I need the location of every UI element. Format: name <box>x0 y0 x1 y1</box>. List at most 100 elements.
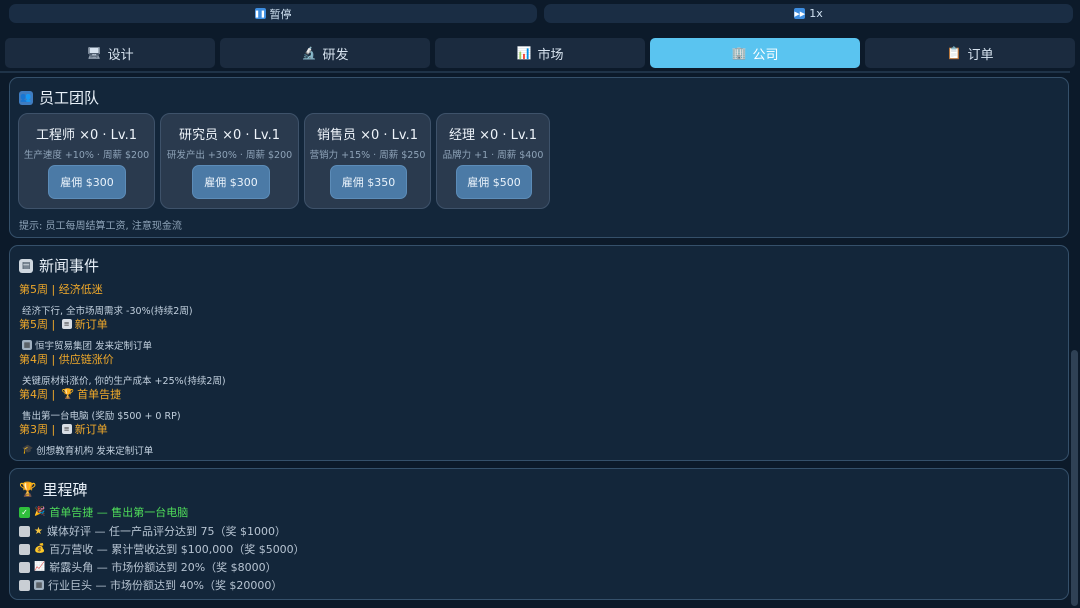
news-body-text: 恒宇贸易集团 发来定制订单 <box>35 341 153 352</box>
news-headline-text: 第4周 | 供应链涨价 <box>19 353 114 366</box>
news-body: 售出第一台电脑 (奖励 $500 + 0 RP) <box>22 408 181 422</box>
scrollbar[interactable] <box>1071 350 1078 606</box>
tab-orders[interactable]: 📋 订单 <box>865 38 1075 68</box>
news-title-text: 新闻事件 <box>39 257 100 275</box>
tab-label: 设计 <box>107 47 134 63</box>
pause-icon: ❚❚ <box>254 8 266 19</box>
employee-name: 工程师 ×0 · Lv.1 <box>35 128 138 143</box>
milestones-title: 🏆 里程碑 <box>19 479 87 500</box>
milestone-item: ★ 媒体好评 — 任一产品评分达到 75（奖 $1000） <box>19 523 286 539</box>
employee-name: 销售员 ×0 · Lv.1 <box>316 128 419 143</box>
team-panel: 👥 员工团队 工程师 ×0 · Lv.1 生产速度 +10% · 周薪 $200… <box>9 77 1069 238</box>
news-headline: 第3周 | ≡ 新订单 <box>19 421 153 437</box>
clipboard-icon: 📋 <box>946 46 962 60</box>
microscope-icon: 🔬 <box>301 46 317 60</box>
employee-desc: 品牌力 +1 · 周薪 $400 <box>442 150 544 161</box>
tab-market[interactable]: 📊 市场 <box>435 38 645 68</box>
people-icon: 👥 <box>19 90 33 105</box>
milestone-text: 媒体好评 — 任一产品评分达到 75（奖 $1000） <box>46 525 286 538</box>
monitor-icon: 🖥 <box>86 46 102 60</box>
speed-button[interactable]: ▶▶ 1x <box>544 4 1073 23</box>
employee-card-engineer: 工程师 ×0 · Lv.1 生产速度 +10% · 周薪 $200 雇佣 $30… <box>18 113 155 209</box>
tab-label: 订单 <box>967 47 994 63</box>
money-bag-icon: 💰 <box>34 544 46 554</box>
milestone-text: 百万营收 — 累计营收达到 $100,000（奖 $5000） <box>49 543 305 556</box>
news-headline: 第4周 | 供应链涨价 <box>19 351 226 367</box>
news-item: 第5周 | ≡ 新订单 ▦ 恒宇贸易集团 发来定制订单 <box>19 316 152 352</box>
hire-engineer-button[interactable]: 雇佣 $300 <box>48 165 126 199</box>
trophy-icon: 🏆 <box>19 481 37 498</box>
news-headline: 第5周 | 经济低迷 <box>19 281 193 297</box>
milestones-panel: 🏆 里程碑 ✓ 🎉 首单告捷 — 售出第一台电脑 ★ 媒体好评 — 任一产品评分… <box>9 468 1069 600</box>
news-body: ▦ 恒宇贸易集团 发来定制订单 <box>22 338 152 352</box>
tab-company[interactable]: 🏢 公司 <box>650 38 860 68</box>
graduation-cap-icon: 🎓 <box>22 445 34 455</box>
unchecked-box-icon <box>19 525 30 537</box>
news-headline-prefix: 第4周 | <box>19 388 59 401</box>
news-headline-text: 第5周 | 经济低迷 <box>19 283 103 296</box>
employee-desc: 研发产出 +30% · 周薪 $200 <box>166 150 293 161</box>
employee-name: 经理 ×0 · Lv.1 <box>448 128 538 143</box>
unchecked-box-icon <box>19 543 30 555</box>
team-title-text: 员工团队 <box>39 89 100 107</box>
tab-label: 研发 <box>322 47 349 63</box>
milestone-text: 首单告捷 — 售出第一台电脑 <box>49 506 189 519</box>
unchecked-box-icon <box>19 579 30 591</box>
office-icon: ▦ <box>22 340 32 350</box>
news-body-text: 售出第一台电脑 (奖励 $500 + 0 RP) <box>22 411 181 422</box>
news-body: 🎓 创想教育机构 发来定制订单 <box>22 443 153 457</box>
milestone-text: 崭露头角 — 市场份额达到 20%（奖 $8000） <box>49 561 277 574</box>
team-tip: 提示: 员工每周结算工资, 注意现金流 <box>19 221 182 232</box>
milestone-item: ▦ 行业巨头 — 市场份额达到 40%（奖 $20000） <box>19 577 282 593</box>
speed-label: 1x <box>809 7 823 20</box>
employee-name: 研究员 ×0 · Lv.1 <box>178 128 281 143</box>
trending-up-icon: 📈 <box>34 562 46 572</box>
employee-card-researcher: 研究员 ×0 · Lv.1 研发产出 +30% · 周薪 $200 雇佣 $30… <box>160 113 299 209</box>
checked-box-icon: ✓ <box>19 506 30 518</box>
news-body-text: 创想教育机构 发来定制订单 <box>36 446 154 457</box>
fast-forward-icon: ▶▶ <box>794 8 806 19</box>
employee-desc: 生产速度 +10% · 周薪 $200 <box>23 150 150 161</box>
unchecked-box-icon <box>19 561 30 573</box>
party-popper-icon: 🎉 <box>34 507 46 517</box>
hire-manager-button[interactable]: 雇佣 $500 <box>456 165 532 199</box>
news-headline-prefix: 第5周 | <box>19 318 59 331</box>
news-headline: 第5周 | ≡ 新订单 <box>19 316 152 332</box>
tab-research[interactable]: 🔬 研发 <box>220 38 430 68</box>
news-body-text: 经济下行, 全市场周需求 -30%(持续2周) <box>22 306 193 317</box>
news-headline-prefix: 第3周 | <box>19 423 59 436</box>
milestone-item: 💰 百万营收 — 累计营收达到 $100,000（奖 $5000） <box>19 541 305 557</box>
pause-label: 暂停 <box>269 7 292 21</box>
milestone-item: ✓ 🎉 首单告捷 — 售出第一台电脑 <box>19 504 188 520</box>
news-item: 第4周 | 供应链涨价 关键原材料涨价, 你的生产成本 +25%(持续2周) <box>19 351 226 387</box>
news-panel: ▤ 新闻事件 第5周 | 经济低迷 经济下行, 全市场周需求 -30%(持续2周… <box>9 245 1069 461</box>
top-control-bar: ❚❚ 暂停 ▶▶ 1x <box>0 0 1080 32</box>
newspaper-icon: ▤ <box>19 258 33 273</box>
pause-button[interactable]: ❚❚ 暂停 <box>9 4 537 23</box>
news-headline-text: 新订单 <box>74 423 108 436</box>
employee-card-sales: 销售员 ×0 · Lv.1 营销力 +15% · 周薪 $250 雇佣 $350 <box>304 113 431 209</box>
news-item: 第4周 | 🏆 首单告捷 售出第一台电脑 (奖励 $500 + 0 RP) <box>19 386 181 422</box>
milestones-title-text: 里程碑 <box>42 481 88 499</box>
trophy-icon: 🏆 <box>61 388 75 400</box>
tab-divider <box>0 71 1070 73</box>
news-headline-text: 新订单 <box>74 318 108 331</box>
employee-desc: 营销力 +15% · 周薪 $250 <box>309 150 426 161</box>
tab-label: 公司 <box>752 47 779 63</box>
news-body-text: 关键原材料涨价, 你的生产成本 +25%(持续2周) <box>22 376 226 387</box>
news-item: 第3周 | ≡ 新订单 🎓 创想教育机构 发来定制订单 <box>19 421 153 457</box>
clipboard-icon: ≡ <box>61 424 72 434</box>
tab-label: 市场 <box>537 47 564 63</box>
news-item: 第5周 | 经济低迷 经济下行, 全市场周需求 -30%(持续2周) <box>19 281 193 317</box>
tab-design[interactable]: 🖥 设计 <box>5 38 215 68</box>
main-tabs: 🖥 设计 🔬 研发 📊 市场 🏢 公司 📋 订单 <box>0 37 1080 71</box>
hire-sales-button[interactable]: 雇佣 $350 <box>330 165 407 199</box>
news-title: ▤ 新闻事件 <box>19 255 99 276</box>
news-body: 关键原材料涨价, 你的生产成本 +25%(持续2周) <box>22 373 226 387</box>
milestone-text: 行业巨头 — 市场份额达到 40%（奖 $20000） <box>48 579 283 592</box>
hire-researcher-button[interactable]: 雇佣 $300 <box>192 165 270 199</box>
news-body: 经济下行, 全市场周需求 -30%(持续2周) <box>22 303 193 317</box>
milestone-item: 📈 崭露头角 — 市场份额达到 20%（奖 $8000） <box>19 559 277 575</box>
news-headline-text: 首单告捷 <box>77 388 122 401</box>
bar-chart-icon: 📊 <box>516 46 532 60</box>
